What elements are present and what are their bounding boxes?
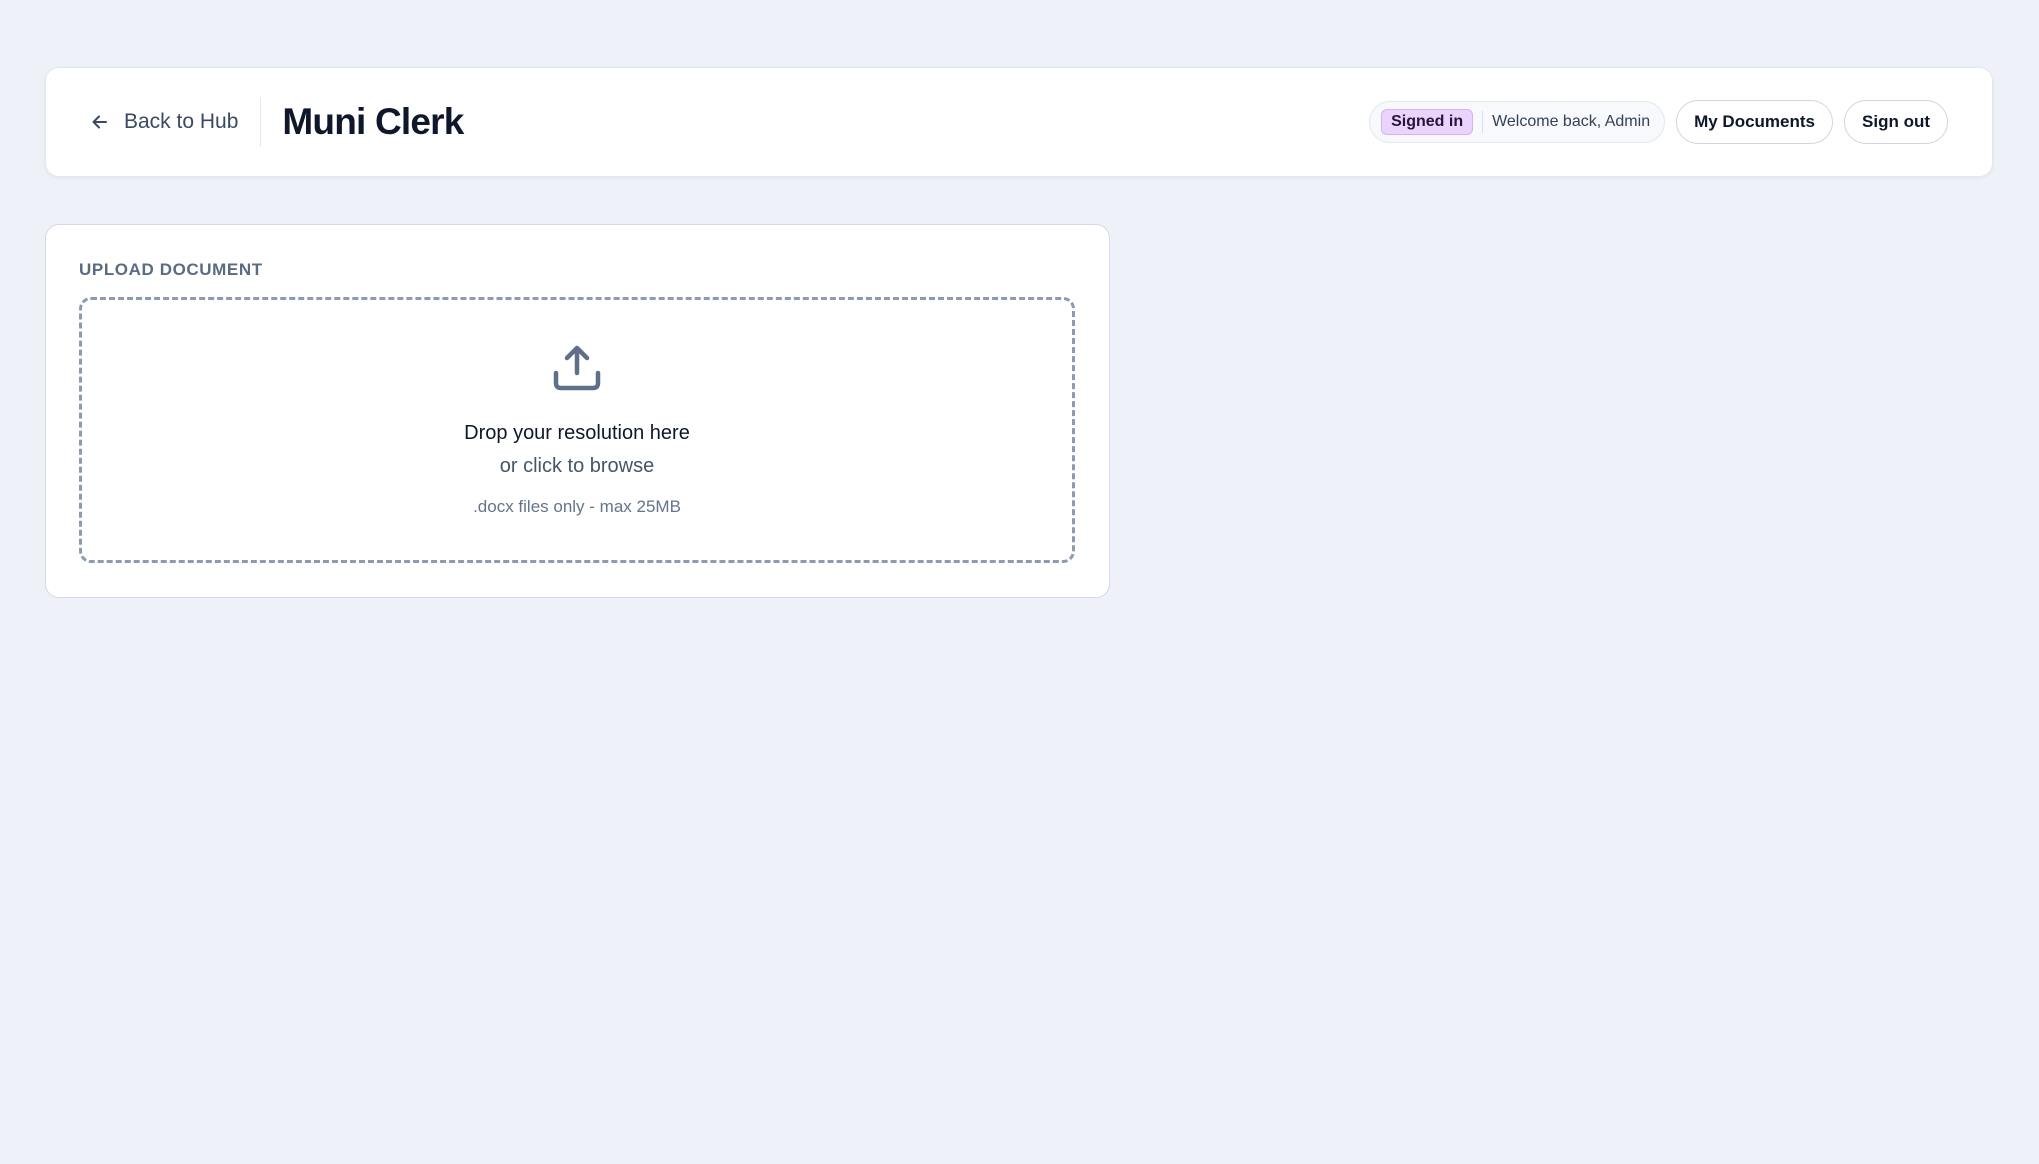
upload-section-label: UPLOAD DOCUMENT [79,260,263,279]
status-badge: Signed in [1381,109,1474,135]
dropzone-title: Drop your resolution here [464,422,690,444]
top-header: Back to Hub Muni Clerk Signed in Welcome… [45,67,1993,177]
header-divider [260,97,262,147]
back-to-hub-link[interactable]: Back to Hub [90,97,260,147]
my-documents-button[interactable]: My Documents [1676,100,1834,144]
back-to-hub-label: Back to Hub [124,110,239,133]
upload-icon [552,342,602,397]
status-pill-divider [1482,111,1484,133]
file-format-hint: .docx files only - max 25MB [473,497,681,516]
arrow-left-icon [90,112,110,132]
session-status-pill: Signed in Welcome back, Admin [1369,101,1666,143]
welcome-text: Welcome back, Admin [1492,113,1651,130]
upload-card: UPLOAD DOCUMENT Drop your resolution her… [45,224,1110,598]
file-dropzone[interactable]: Drop your resolution here or click to br… [79,297,1075,563]
page-title: Muni Clerk [282,101,464,142]
browse-text[interactable]: or click to browse [82,455,1072,478]
sign-out-button[interactable]: Sign out [1844,100,1948,144]
